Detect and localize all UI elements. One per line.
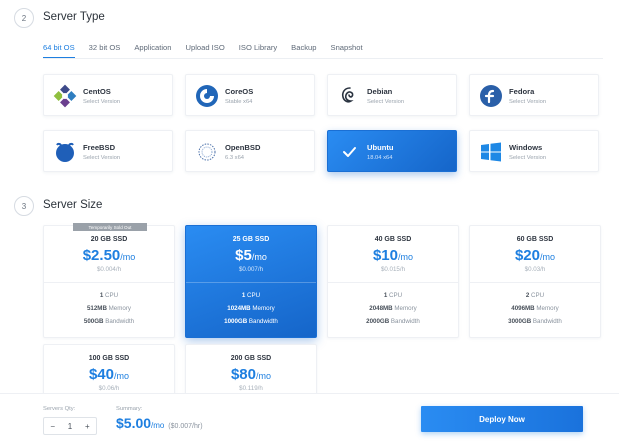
- plan-hourly: $0.06/h: [98, 385, 120, 392]
- plan-storage: 40 GB SSD: [374, 236, 412, 243]
- plan-storage: 200 GB SSD: [230, 355, 272, 362]
- tab-application[interactable]: Application: [134, 43, 171, 59]
- plan-price: $2.50/mo: [82, 247, 136, 264]
- os-card-ubuntu[interactable]: Ubuntu 18.04 x64: [327, 130, 457, 172]
- plan-price: $10/mo: [372, 247, 414, 264]
- size-card-60gb[interactable]: 60 GB SSD $20/mo $0.03/h 2 CPU 4096MB Me…: [469, 225, 601, 338]
- fedora-icon: [478, 83, 504, 109]
- plan-bandwidth: 2000GB Bandwidth: [366, 318, 420, 325]
- freebsd-icon: [52, 139, 78, 165]
- os-version: Select Version: [83, 99, 121, 105]
- plan-price: $40/mo: [88, 366, 130, 383]
- plan-storage: 100 GB SSD: [88, 355, 130, 362]
- coreos-icon: [194, 83, 220, 109]
- os-name: Windows: [509, 143, 543, 152]
- section-title-server-size: Server Size: [43, 199, 103, 211]
- os-card-centos[interactable]: CentOS Select Version: [43, 74, 173, 116]
- qty-increment-button[interactable]: +: [79, 422, 96, 431]
- os-tabs: 64 bit OS 32 bit OS Application Upload I…: [43, 43, 377, 59]
- plan-memory: 512MB Memory: [86, 305, 132, 312]
- plan-divider: [186, 282, 316, 283]
- os-card-coreos[interactable]: CoreOS Stable x64: [185, 74, 315, 116]
- os-card-windows[interactable]: Windows Select Version: [469, 130, 599, 172]
- os-card-freebsd[interactable]: FreeBSD Select Version: [43, 130, 173, 172]
- plan-hourly: $0.004/h: [96, 266, 122, 273]
- os-version: Select Version: [83, 155, 121, 161]
- tab-64-bit-os[interactable]: 64 bit OS: [43, 43, 75, 59]
- plan-hourly: $0.015/h: [380, 266, 406, 273]
- section-title-server-type: Server Type: [43, 11, 105, 23]
- plan-divider: [328, 282, 458, 283]
- plan-hourly: $0.007/h: [238, 266, 264, 273]
- deploy-footer: Servers Qty: − 1 + Summary: $5.00/mo ($0…: [0, 393, 619, 445]
- os-name: Ubuntu: [367, 143, 394, 152]
- os-version: Select Version: [509, 155, 547, 161]
- openbsd-icon: [194, 139, 220, 165]
- plan-divider: [44, 282, 174, 283]
- size-card-20gb[interactable]: Temporarily Sold Out 20 GB SSD $2.50/mo …: [43, 223, 175, 338]
- os-name: Debian: [367, 87, 393, 96]
- summary-label: Summary:: [116, 406, 143, 412]
- sold-out-badge: Temporarily Sold Out: [73, 223, 147, 231]
- step-number-3: 3: [14, 196, 34, 216]
- plan-storage: 25 GB SSD: [232, 236, 270, 243]
- qty-value[interactable]: 1: [61, 422, 78, 431]
- os-card-openbsd[interactable]: OpenBSD 6.3 x64: [185, 130, 315, 172]
- os-name: CoreOS: [225, 87, 254, 96]
- os-version: 18.04 x64: [367, 155, 393, 161]
- plan-cpu: 1 CPU: [241, 292, 261, 299]
- plan-bandwidth: 500GB Bandwidth: [83, 318, 135, 325]
- tab-32-bit-os[interactable]: 32 bit OS: [89, 43, 121, 59]
- windows-icon: [478, 139, 504, 165]
- plan-cpu: 2 CPU: [525, 292, 545, 299]
- plan-bandwidth: 3000GB Bandwidth: [508, 318, 562, 325]
- os-card-debian[interactable]: Debian Select Version: [327, 74, 457, 116]
- plan-price: $80/mo: [230, 366, 272, 383]
- os-name: Fedora: [509, 87, 535, 96]
- os-name: CentOS: [83, 87, 111, 96]
- os-card-fedora[interactable]: Fedora Select Version: [469, 74, 599, 116]
- plan-bandwidth: 1000GB Bandwidth: [224, 318, 278, 325]
- step-number-2: 2: [14, 8, 34, 28]
- servers-qty-stepper: − 1 +: [43, 417, 97, 435]
- plan-memory: 1024MB Memory: [227, 305, 275, 312]
- summary-price: $5.00/mo ($0.007/hr): [116, 415, 203, 431]
- tabs-divider: [43, 58, 603, 59]
- tab-upload-iso[interactable]: Upload ISO: [186, 43, 225, 59]
- centos-icon: [52, 83, 78, 109]
- os-name: FreeBSD: [83, 143, 116, 152]
- plan-hourly: $0.119/h: [239, 385, 263, 392]
- debian-icon: [336, 83, 362, 109]
- plan-cpu: 1 CPU: [383, 292, 403, 299]
- plan-price: $20/mo: [514, 247, 556, 264]
- plan-memory: 4096MB Memory: [511, 305, 559, 312]
- size-card-25gb[interactable]: 25 GB SSD $5/mo $0.007/h 1 CPU 1024MB Me…: [185, 225, 317, 338]
- plan-storage: 60 GB SSD: [516, 236, 554, 243]
- os-version: Select Version: [367, 99, 405, 105]
- os-version: Select Version: [509, 99, 547, 105]
- plan-divider: [470, 282, 600, 283]
- check-icon: [336, 139, 362, 165]
- plan-cpu: 1 CPU: [99, 292, 119, 299]
- size-card-40gb[interactable]: 40 GB SSD $10/mo $0.015/h 1 CPU 2048MB M…: [327, 225, 459, 338]
- deploy-now-button[interactable]: Deploy Now: [421, 406, 583, 432]
- os-version: Stable x64: [225, 99, 253, 105]
- qty-decrement-button[interactable]: −: [44, 422, 61, 431]
- os-version: 6.3 x64: [225, 155, 245, 161]
- os-name: OpenBSD: [225, 143, 261, 152]
- servers-qty-label: Servers Qty:: [43, 406, 76, 412]
- plan-hourly: $0.03/h: [524, 266, 546, 273]
- tab-snapshot[interactable]: Snapshot: [331, 43, 363, 59]
- plan-storage: 20 GB SSD: [90, 236, 128, 243]
- tab-iso-library[interactable]: ISO Library: [239, 43, 277, 59]
- plan-memory: 2048MB Memory: [369, 305, 417, 312]
- tab-backup[interactable]: Backup: [291, 43, 316, 59]
- plan-price: $5/mo: [235, 247, 267, 264]
